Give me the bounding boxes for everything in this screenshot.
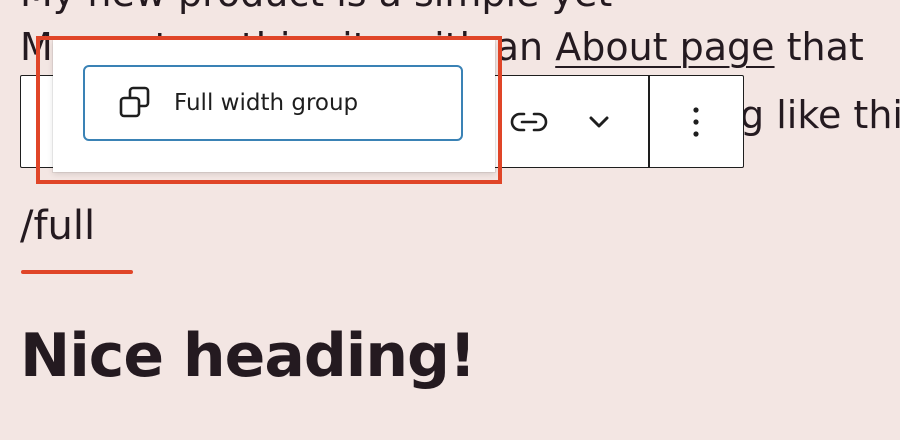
autocomplete-option-label: Full width group (174, 90, 359, 116)
paragraph-line-top: My new product is a simple yet (20, 0, 612, 12)
more-vertical-icon (693, 106, 699, 137)
paragraph-text-after: that (774, 25, 864, 69)
group-icon (118, 86, 152, 120)
heading-block[interactable]: Nice heading! (20, 326, 476, 386)
toolbar-divider (648, 76, 650, 167)
options-button[interactable] (661, 76, 731, 167)
link-icon (510, 112, 548, 131)
autocomplete-option-full-width-group[interactable]: Full width group (83, 65, 463, 141)
slash-command-underline (21, 270, 133, 274)
chevron-down-icon (589, 116, 609, 127)
block-autocomplete-popover: Full width group (53, 40, 495, 172)
slash-command-text[interactable]: /full (20, 206, 95, 246)
more-rich-text-controls-button[interactable] (569, 76, 629, 167)
about-page-link[interactable]: About page (555, 25, 774, 69)
link-button[interactable] (499, 76, 559, 167)
paragraph-line-tail: g like this (740, 93, 900, 137)
